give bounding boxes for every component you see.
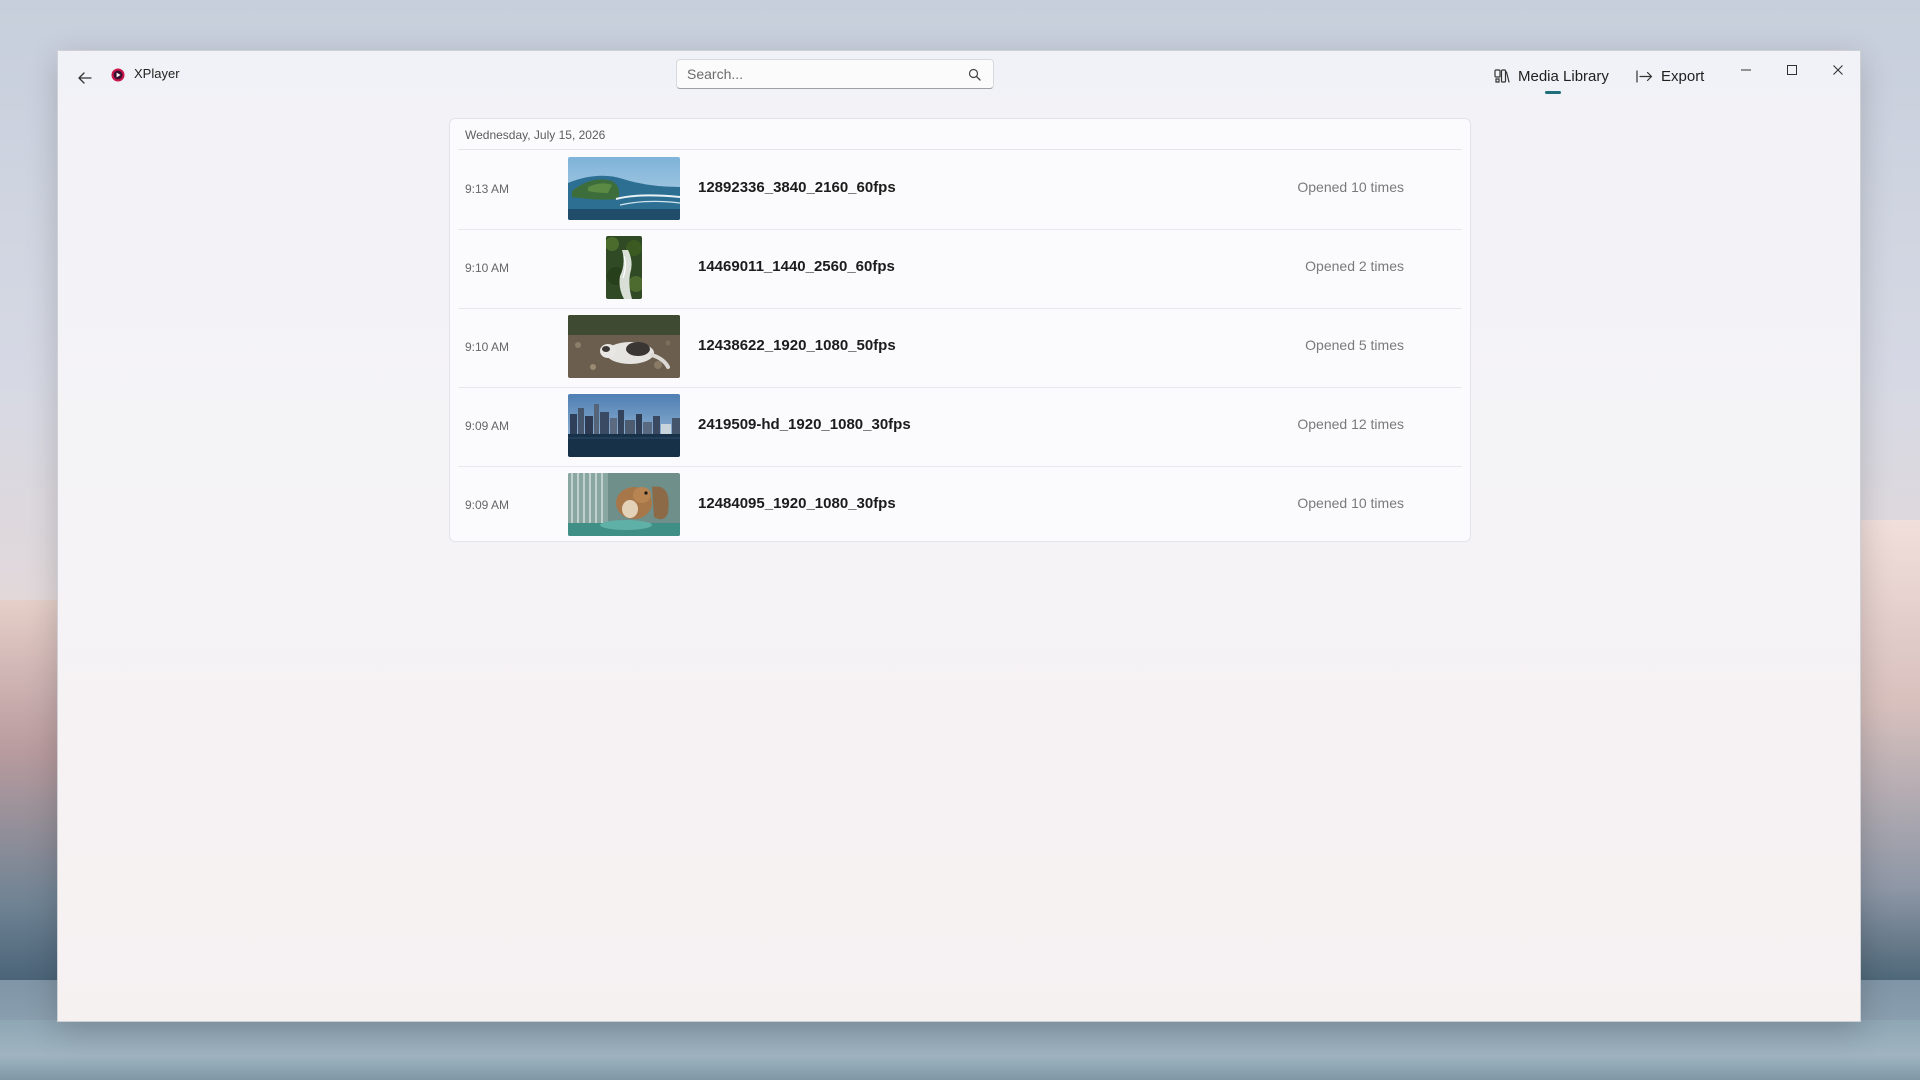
history-row-name: 12892336_3840_2160_60fps (698, 179, 896, 196)
maximize-icon (1787, 65, 1797, 75)
history-row-time: 9:13 AM (465, 182, 510, 196)
search-box (676, 59, 994, 89)
history-row-name: 2419509-hd_1920_1080_30fps (698, 416, 911, 433)
history-row-time: 9:10 AM (465, 340, 510, 354)
nav-export[interactable]: Export (1636, 62, 1704, 90)
back-button[interactable] (68, 61, 102, 95)
video-thumbnail (568, 473, 680, 536)
xplayer-logo-icon (111, 68, 125, 82)
history-row-open-count: Opened 10 times (1297, 179, 1404, 195)
maximize-button[interactable] (1770, 55, 1814, 85)
active-nav-indicator (1545, 91, 1561, 94)
nav-export-label: Export (1661, 67, 1705, 85)
video-thumbnail (568, 157, 680, 220)
history-row-open-count: Opened 12 times (1297, 416, 1404, 432)
cat-lying-thumbnail (568, 315, 680, 378)
history-row-name: 12484095_1920_1080_30fps (698, 495, 896, 512)
history-row[interactable]: 9:10 AM 12438622_1920_1080_50fps Opened … (458, 308, 1462, 388)
history-row[interactable]: 9:09 AM 2419509-hd_1920_1080_30fps Opene… (458, 387, 1462, 467)
media-library-icon (1494, 68, 1510, 83)
video-thumbnail (568, 394, 680, 457)
minimize-icon (1741, 69, 1751, 71)
history-row-name: 12438622_1920_1080_50fps (698, 337, 896, 354)
video-thumbnail (568, 236, 680, 299)
app-title: XPlayer (134, 66, 180, 81)
close-button[interactable] (1816, 55, 1860, 85)
forest-waterfall-thumbnail (606, 236, 642, 299)
city-skyline-thumbnail (568, 394, 680, 457)
history-row-open-count: Opened 5 times (1305, 337, 1404, 353)
history-row-time: 9:09 AM (465, 498, 510, 512)
history-row-time: 9:09 AM (465, 419, 510, 433)
history-date-header: Wednesday, July 15, 2026 (465, 128, 606, 142)
search-icon[interactable] (968, 68, 981, 81)
history-card: Wednesday, July 15, 2026 9:13 AM 1289233… (449, 118, 1471, 542)
app-window: XPlayer Media Library Export (57, 50, 1861, 1022)
history-row-open-count: Opened 10 times (1297, 495, 1404, 511)
close-icon (1833, 65, 1843, 75)
coast-aerial-thumbnail (568, 157, 680, 220)
nav-media-library[interactable]: Media Library (1494, 62, 1609, 90)
history-row-open-count: Opened 2 times (1305, 258, 1404, 274)
title-bar: XPlayer Media Library Export (58, 51, 1860, 99)
nav-media-library-label: Media Library (1518, 67, 1609, 85)
history-row-time: 9:10 AM (465, 261, 510, 275)
desktop-wallpaper-bottom (0, 1020, 1920, 1080)
video-thumbnail (568, 315, 680, 378)
minimize-button[interactable] (1724, 55, 1768, 85)
history-row[interactable]: 9:09 AM 12484095_1920_1080_30fps Opened … (458, 466, 1462, 545)
arrow-left-icon (78, 72, 92, 84)
search-input[interactable] (677, 60, 967, 88)
squirrel-thumbnail (568, 473, 680, 536)
history-row-name: 14469011_1440_2560_60fps (698, 258, 895, 275)
history-row[interactable]: 9:10 AM 14469011_1440_2560_60fps Opened … (458, 229, 1462, 309)
history-row[interactable]: 9:13 AM 12892336_3840_2160_60fps Opened … (458, 150, 1462, 230)
export-icon (1636, 69, 1653, 83)
